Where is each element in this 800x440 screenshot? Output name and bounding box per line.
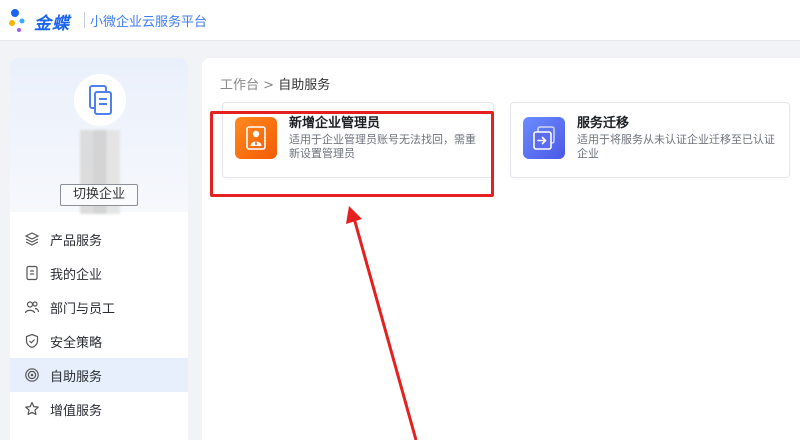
sidebar-item-self-service[interactable]: 自助服务 bbox=[10, 358, 188, 392]
card-description: 适用于企业管理员账号无法找回，需重新设置管理员 bbox=[289, 133, 476, 160]
migrate-icon bbox=[523, 117, 565, 159]
card-description: 适用于将服务从未认证企业迁移至已认证企业 bbox=[577, 133, 775, 160]
target-icon bbox=[25, 368, 39, 382]
sidebar-item-my-company[interactable]: 我的企业 bbox=[10, 256, 188, 290]
card-title: 新增企业管理员 bbox=[289, 116, 381, 131]
company-doc-icon bbox=[89, 85, 112, 115]
document-icon bbox=[26, 265, 38, 281]
brand-divider bbox=[84, 12, 85, 28]
sidebar-item-security-policy[interactable]: 安全策略 bbox=[10, 324, 188, 358]
sidebar-item-label: 自助服务 bbox=[50, 369, 103, 385]
breadcrumb-current: 自助服务 bbox=[278, 78, 331, 93]
shield-icon bbox=[25, 333, 39, 349]
sidebar-item-label: 我的企业 bbox=[50, 267, 103, 283]
add-admin-card[interactable]: 新增企业管理员 适用于企业管理员账号无法找回，需重新设置管理员 bbox=[222, 102, 494, 178]
sidebar-item-label: 部门与员工 bbox=[50, 301, 116, 317]
admin-user-icon bbox=[235, 117, 277, 159]
service-migration-card[interactable]: 服务迁移 适用于将服务从未认证企业迁移至已认证企业 bbox=[510, 102, 790, 178]
star-icon bbox=[25, 401, 39, 416]
sidebar-item-product-services[interactable]: 产品服务 bbox=[10, 222, 188, 256]
sidebar-item-label: 增值服务 bbox=[50, 403, 103, 419]
sidebar-item-label: 安全策略 bbox=[50, 335, 103, 351]
breadcrumb-separator: > bbox=[263, 78, 275, 93]
platform-subtitle: 小微企业云服务平台 bbox=[90, 15, 208, 30]
brand-name[interactable]: 金蝶 bbox=[34, 9, 70, 34]
breadcrumb-root[interactable]: 工作台 bbox=[220, 78, 259, 93]
breadcrumb: 工作台 > 自助服务 bbox=[220, 74, 330, 93]
layers-icon bbox=[24, 232, 40, 246]
users-icon bbox=[24, 301, 40, 314]
company-avatar bbox=[74, 74, 126, 126]
main-content: 工作台 > 自助服务 新增企业管理员 适用于企业管理员账号无法找回，需重新设置管… bbox=[202, 58, 800, 440]
top-bar: 金蝶 小微企业云服务平台 bbox=[0, 0, 800, 41]
card-title: 服务迁移 bbox=[577, 116, 630, 131]
kingdee-logo-icon bbox=[9, 9, 25, 32]
sidebar-nav: 产品服务 我的企业 部门与员工 安全策略 自助服务 增值服务 bbox=[10, 222, 188, 426]
sidebar-item-label: 产品服务 bbox=[50, 233, 103, 249]
sidebar-item-value-added[interactable]: 增值服务 bbox=[10, 392, 188, 426]
sidebar: 切换企业 产品服务 我的企业 部门与员工 安全策略 自助服务 增值服务 bbox=[10, 58, 188, 440]
switch-company-button[interactable]: 切换企业 bbox=[60, 184, 138, 206]
sidebar-item-departments-staff[interactable]: 部门与员工 bbox=[10, 290, 188, 324]
profile-panel: 切换企业 bbox=[10, 58, 188, 214]
